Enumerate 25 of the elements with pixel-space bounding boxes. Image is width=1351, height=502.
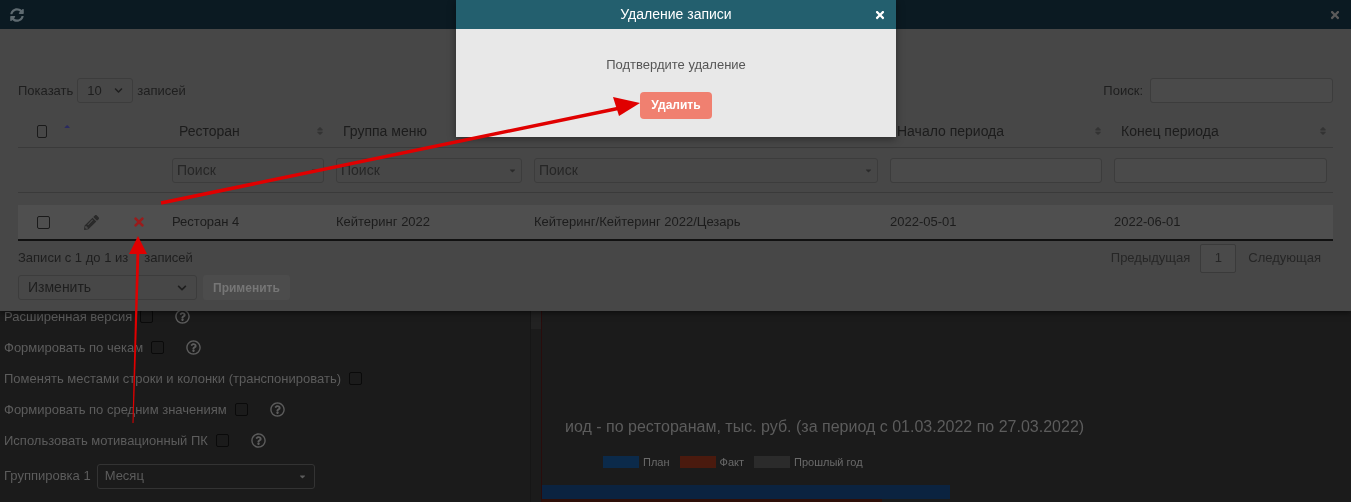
legend-label: План	[643, 455, 670, 470]
grouping-select[interactable]: Месяц	[96, 463, 315, 489]
modal-message: Подтвердите удаление	[606, 56, 746, 74]
legend-label: Прошлый год	[794, 455, 863, 470]
help-icon[interactable]	[269, 402, 285, 417]
refresh-icon[interactable]	[10, 7, 24, 22]
scrollbar-thumb[interactable]	[531, 311, 541, 329]
checkbox[interactable]	[37, 215, 50, 229]
delete-icon[interactable]	[132, 215, 146, 229]
help-icon[interactable]	[186, 340, 202, 355]
delete-button[interactable]: Удалить	[640, 91, 712, 119]
option-label: Расширенная версия	[4, 307, 133, 326]
legend-label: Факт	[719, 455, 744, 470]
grouping-label: Группировка 1	[4, 467, 91, 486]
caret-icon	[114, 86, 124, 95]
help-icon[interactable]	[175, 309, 191, 324]
edit-icon[interactable]	[84, 214, 99, 230]
help-icon[interactable]	[250, 433, 266, 448]
option-label: Использовать мотивационный ПК	[4, 431, 208, 450]
checkbox[interactable]	[37, 124, 47, 138]
chart-title: иод - по ресторанам, тыс. руб. (за период с 01.03.2022 по 27.03.2022)	[565, 417, 1086, 437]
caret-icon	[177, 282, 187, 293]
close-icon[interactable]	[874, 9, 886, 21]
modal-title: Удаление записи	[620, 5, 732, 24]
checkbox[interactable]	[140, 310, 154, 323]
